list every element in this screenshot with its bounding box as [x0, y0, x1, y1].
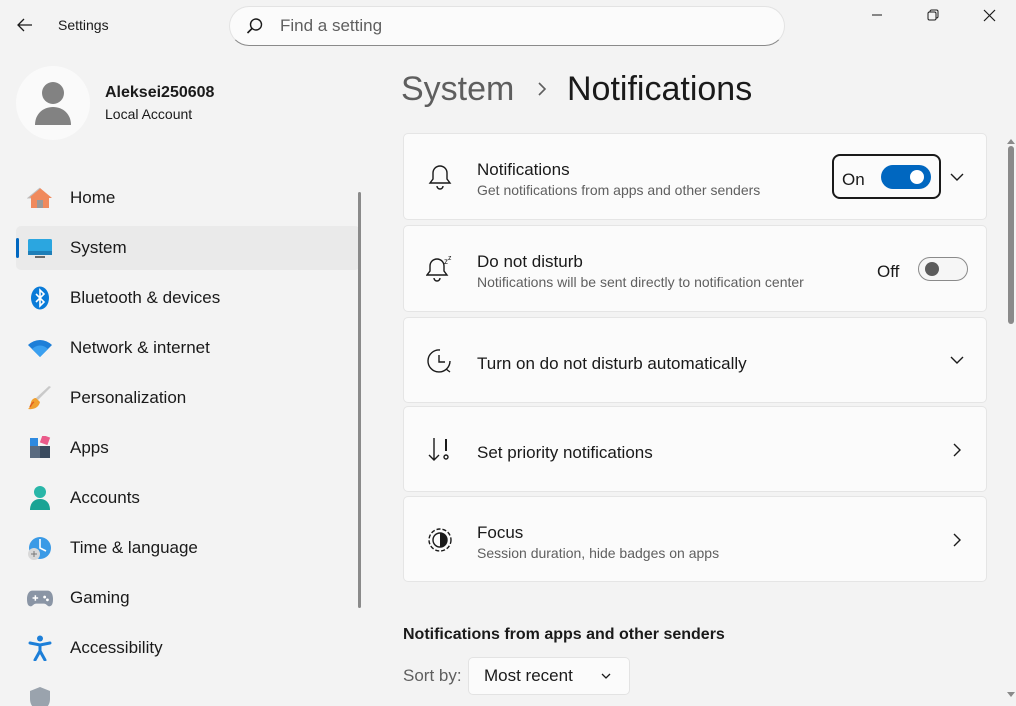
minimize-icon	[872, 14, 882, 16]
shield-icon	[27, 686, 53, 706]
accounts-icon	[27, 485, 53, 511]
chevron-down-icon[interactable]	[946, 166, 968, 188]
chevron-right-icon	[534, 78, 550, 100]
close-icon	[983, 9, 995, 21]
wifi-icon	[27, 335, 53, 361]
clock-icon	[426, 347, 454, 375]
sidebar-item-gaming[interactable]: Gaming	[16, 576, 360, 620]
search-icon	[246, 17, 264, 35]
svg-text:z: z	[448, 255, 452, 262]
restore-icon	[927, 9, 939, 21]
sidebar-item-label: Bluetooth & devices	[70, 288, 221, 307]
active-indicator	[16, 238, 19, 258]
sidebar-item-label: Network & internet	[70, 338, 210, 357]
sort-priority-icon	[426, 436, 454, 464]
back-arrow-icon	[17, 18, 32, 32]
scroll-down-arrow-icon[interactable]	[1006, 686, 1016, 697]
notifications-toggle[interactable]	[881, 165, 931, 189]
chevron-right-icon[interactable]	[946, 529, 968, 551]
dnd-subtitle: Notifications will be sent directly to n…	[477, 274, 804, 290]
sidebar-item-label: Time & language	[70, 538, 198, 557]
focus-title: Focus	[477, 523, 524, 542]
sort-dropdown[interactable]: Most recent	[468, 657, 630, 695]
sidebar-item-label: Accessibility	[70, 638, 163, 657]
chevron-down-icon[interactable]	[946, 349, 968, 371]
notifications-toggle-state: On	[842, 170, 865, 189]
sidebar-scrollbar[interactable]	[358, 192, 361, 608]
app-title: Settings	[58, 17, 109, 33]
section-heading: Notifications from apps and other sender…	[403, 626, 725, 643]
sidebar-item-system[interactable]: System	[16, 226, 360, 270]
sidebar-item-time-language[interactable]: Time & language	[16, 526, 360, 570]
gamepad-icon	[27, 585, 53, 611]
sidebar-item-label: Home	[70, 188, 116, 207]
priority-notifications-card[interactable]: Set priority notifications	[403, 406, 987, 492]
sidebar-item-accounts[interactable]: Accounts	[16, 476, 360, 520]
sidebar-item-bluetooth[interactable]: Bluetooth & devices	[16, 276, 360, 320]
priority-title: Set priority notifications	[477, 443, 653, 462]
sidebar-item-home[interactable]: Home	[16, 176, 360, 220]
breadcrumb-parent[interactable]: System	[401, 70, 514, 109]
sidebar-item-apps[interactable]: Apps	[16, 426, 360, 470]
sidebar-item-network[interactable]: Network & internet	[16, 326, 360, 370]
bell-snooze-icon: zz	[426, 255, 454, 283]
user-name: Aleksei250608	[105, 84, 215, 101]
focus-card[interactable]: Focus Session duration, hide badges on a…	[403, 496, 987, 582]
chevron-right-icon[interactable]	[946, 439, 968, 461]
scroll-up-arrow-icon[interactable]	[1006, 132, 1016, 144]
notifications-title: Notifications	[477, 160, 570, 179]
minimize-button[interactable]	[849, 0, 905, 30]
search-box[interactable]	[229, 6, 785, 46]
do-not-disturb-card[interactable]: zz Do not disturb Notifications will be …	[403, 225, 987, 312]
notifications-subtitle: Get notifications from apps and other se…	[477, 182, 761, 198]
bluetooth-icon	[27, 285, 53, 311]
sidebar-item-label: System	[70, 238, 127, 257]
toggle-knob	[910, 170, 924, 184]
sidebar-item-label: Accounts	[70, 488, 140, 507]
page-title: Notifications	[567, 70, 753, 108]
brush-icon	[27, 385, 53, 411]
bell-icon	[426, 163, 454, 191]
chevron-down-icon	[599, 669, 613, 683]
dnd-title: Do not disturb	[477, 252, 583, 271]
focus-subtitle: Session duration, hide badges on apps	[477, 545, 720, 561]
avatar[interactable]	[16, 66, 90, 140]
accessibility-icon	[27, 635, 53, 661]
sidebar-item-label: Apps	[70, 438, 109, 457]
sidebar-item-personalization[interactable]: Personalization	[16, 376, 360, 420]
time-language-icon	[27, 535, 53, 561]
sort-label: Sort by:	[403, 666, 462, 685]
sidebar-item-label: Gaming	[70, 588, 130, 607]
dnd-automatic-card[interactable]: Turn on do not disturb automatically	[403, 317, 987, 403]
close-button[interactable]	[961, 0, 1016, 30]
dnd-toggle-state: Off	[877, 262, 900, 281]
home-icon	[27, 185, 53, 211]
system-icon	[27, 235, 53, 261]
search-input[interactable]	[280, 16, 760, 36]
apps-icon	[27, 435, 53, 461]
sidebar-item-accessibility[interactable]: Accessibility	[16, 626, 360, 670]
notifications-card[interactable]: Notifications Get notifications from app…	[403, 133, 987, 220]
back-button[interactable]	[10, 10, 40, 40]
main-scrollbar-thumb[interactable]	[1008, 146, 1014, 324]
user-avatar-icon	[35, 82, 71, 125]
maximize-button[interactable]	[905, 0, 961, 30]
account-type: Local Account	[105, 106, 193, 122]
sort-value: Most recent	[484, 666, 573, 685]
dnd-toggle[interactable]	[918, 257, 968, 281]
dnd-auto-title: Turn on do not disturb automatically	[477, 354, 747, 373]
toggle-knob	[925, 262, 939, 276]
focus-icon	[426, 526, 454, 554]
sidebar-item-label: Personalization	[70, 388, 187, 407]
